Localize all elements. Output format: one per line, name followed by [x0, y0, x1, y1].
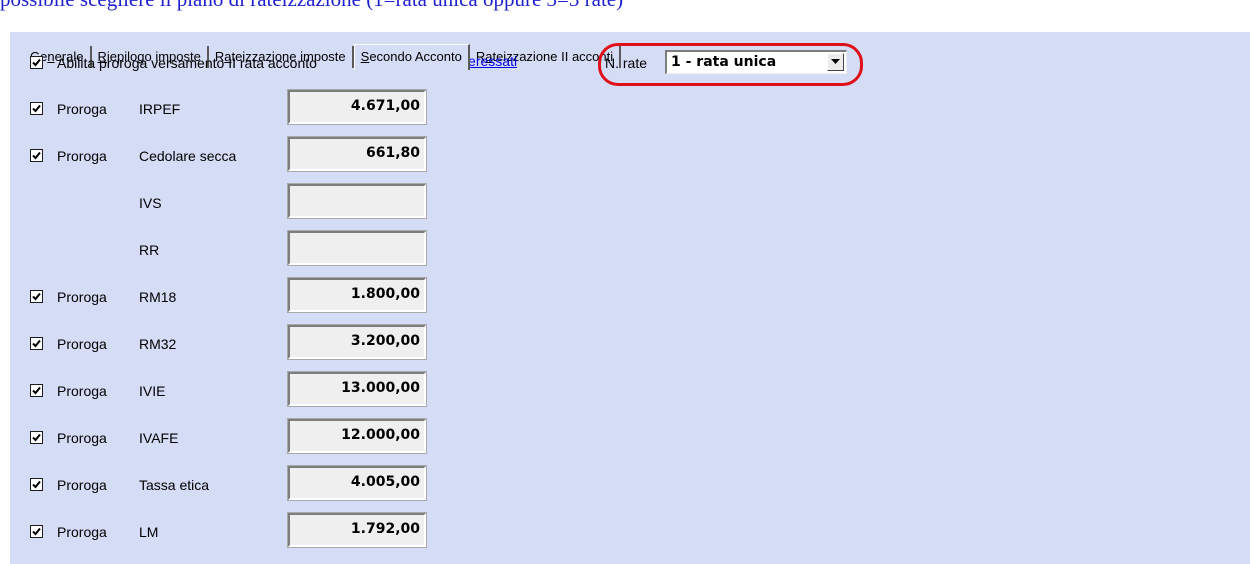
enable-proroga-label: Abilita proroga versamento II rata accon…	[57, 55, 317, 71]
checkmark-icon	[32, 433, 41, 442]
checkmark-icon	[32, 151, 41, 160]
tax-name-irpef: IRPEF	[139, 101, 181, 117]
tax-name-tassa-etica: Tassa etica	[139, 477, 210, 493]
amount-field-ivie[interactable]: 13.000,00	[287, 371, 427, 407]
tab-secondo-acconto[interactable]: Secondo Acconto	[353, 44, 470, 70]
checkmark-icon	[32, 104, 41, 113]
amount-field-irpef[interactable]: 4.671,00	[287, 89, 427, 125]
tax-name-cedolare-secca: Cedolare secca	[139, 148, 237, 164]
checkmark-icon	[32, 58, 41, 67]
proroga-label: Proroga	[57, 477, 107, 493]
tax-name-rm18: RM18	[139, 289, 177, 305]
amount-field-tassa-etica[interactable]: 4.005,00	[287, 465, 427, 501]
proroga-label: Proroga	[57, 336, 107, 352]
checkmark-icon	[32, 480, 41, 489]
highlight-annotation	[598, 43, 863, 86]
tax-name-ivafe: IVAFE	[139, 430, 179, 446]
amount-field-rm32[interactable]: 3.200,00	[287, 324, 427, 360]
proroga-checkbox-rm32[interactable]	[30, 337, 43, 350]
panel-edge	[8, 32, 10, 564]
amount-field-ivafe[interactable]: 12.000,00	[287, 418, 427, 454]
amount-field-rr[interactable]	[287, 230, 427, 266]
amount-field-lm[interactable]: 1.792,00	[287, 512, 427, 548]
checkmark-icon	[32, 386, 41, 395]
proroga-label: Proroga	[57, 524, 107, 540]
proroga-label: Proroga	[57, 430, 107, 446]
amount-field-cedolare-secca[interactable]: 661,80	[287, 136, 427, 172]
checkmark-icon	[32, 292, 41, 301]
tax-name-ivs: IVS	[139, 195, 162, 211]
amount-field-rm18[interactable]: 1.800,00	[287, 277, 427, 313]
proroga-checkbox-ivie[interactable]	[30, 384, 43, 397]
tax-name-rm32: RM32	[139, 336, 177, 352]
proroga-checkbox-rm18[interactable]	[30, 290, 43, 303]
proroga-checkbox-tassa-etica[interactable]	[30, 478, 43, 491]
proroga-checkbox-ivafe[interactable]	[30, 431, 43, 444]
checkmark-icon	[32, 527, 41, 536]
proroga-label: Proroga	[57, 289, 107, 305]
checkmark-icon	[32, 339, 41, 348]
tax-name-ivie: IVIE	[139, 383, 166, 399]
amount-field-ivs[interactable]	[287, 183, 427, 219]
proroga-checkbox-irpef[interactable]	[30, 102, 43, 115]
proroga-checkbox-cedolare-secca[interactable]	[30, 149, 43, 162]
proroga-label: Proroga	[57, 101, 107, 117]
proroga-label: Proroga	[57, 383, 107, 399]
caption-text: possibile scegliere il piano di rateizza…	[0, 0, 623, 11]
proroga-checkbox-lm[interactable]	[30, 525, 43, 538]
enable-proroga-checkbox[interactable]	[30, 56, 43, 69]
tax-name-lm: LM	[139, 524, 159, 540]
proroga-label: Proroga	[57, 148, 107, 164]
tax-name-rr: RR	[139, 242, 160, 258]
